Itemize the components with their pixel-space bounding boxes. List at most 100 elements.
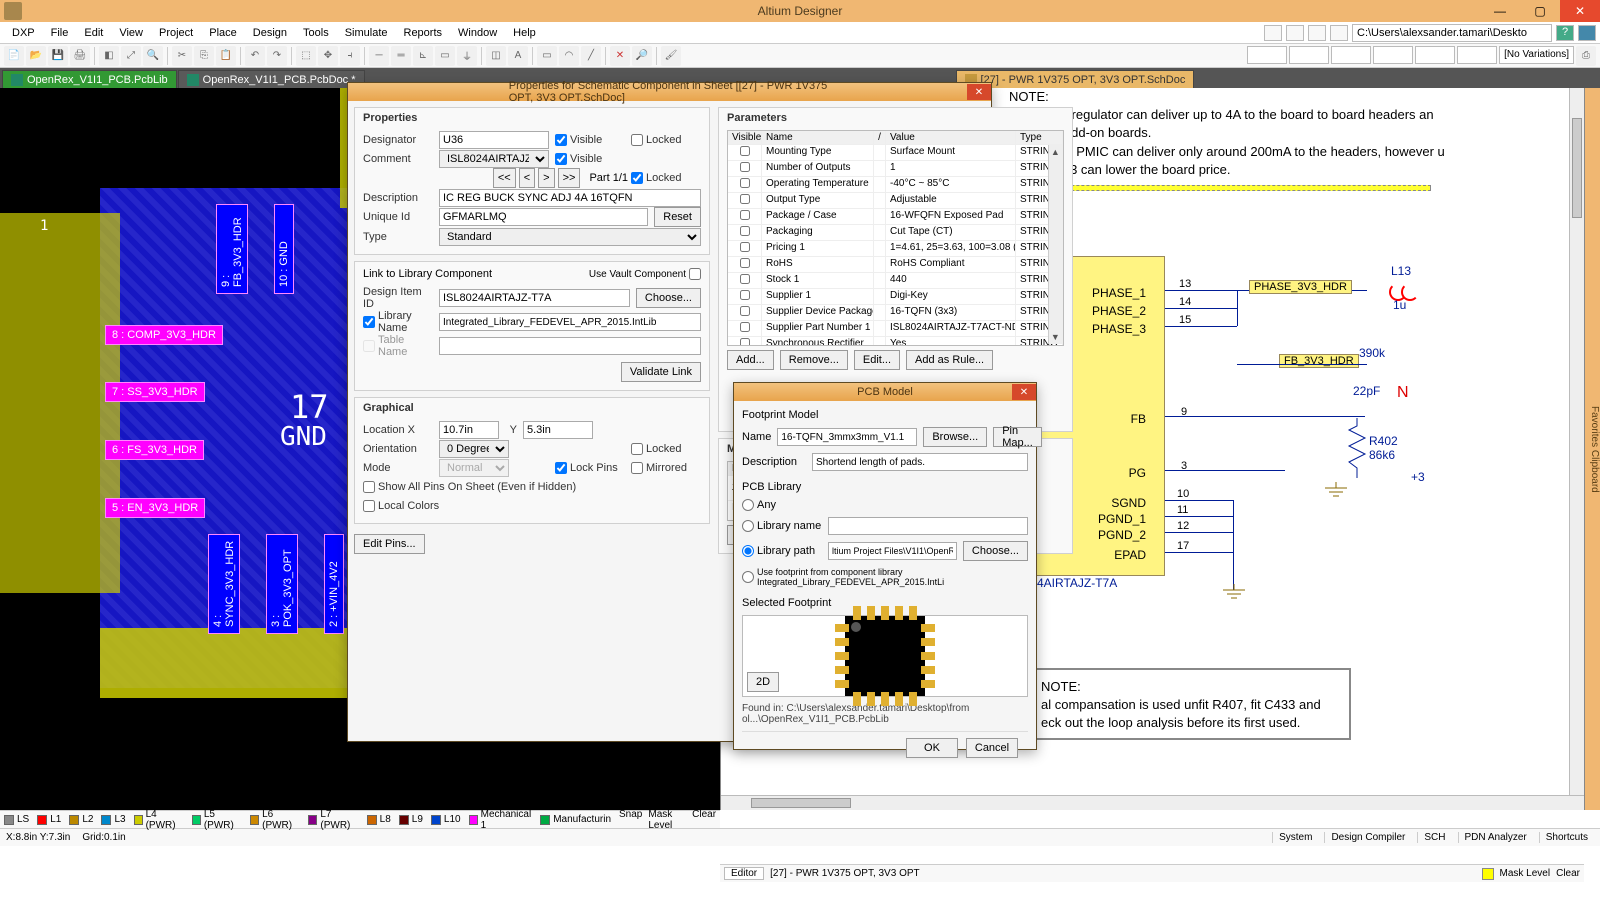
menu-simulate[interactable]: Simulate	[337, 27, 396, 39]
panel-pdn[interactable]: PDN Analyzer	[1458, 832, 1533, 843]
col-type[interactable]: Type	[1016, 131, 1063, 144]
choose-button[interactable]: Choose...	[636, 288, 701, 308]
minimize-button[interactable]: —	[1480, 0, 1520, 22]
sch-clear-button[interactable]: Clear	[1556, 868, 1580, 880]
gnd-icon[interactable]: ⏚	[457, 46, 477, 66]
right-panel-tabs[interactable]: Favorites Clipboard	[1584, 88, 1600, 810]
variations-combo[interactable]: [No Variations]	[1499, 46, 1574, 64]
path-input[interactable]	[1352, 24, 1552, 42]
snap-button[interactable]: Snap	[619, 809, 642, 831]
libname-input[interactable]	[439, 313, 701, 331]
param-row[interactable]: Supplier Device Package16-TQFN (3x3)STRI…	[728, 305, 1063, 321]
cut-icon[interactable]: ✂	[172, 46, 192, 66]
pad-sync[interactable]: 4 : SYNC_3V3_HDR	[208, 534, 240, 634]
open-icon[interactable]: 📂	[26, 46, 46, 66]
2d-button[interactable]: 2D	[747, 672, 779, 692]
tab-pcblib[interactable]: OpenRex_V1I1_PCB.PcbLib	[2, 70, 177, 88]
undo-icon[interactable]: ↶	[245, 46, 265, 66]
libname-path-input[interactable]	[828, 517, 1028, 535]
part-icon[interactable]: ◫	[486, 46, 506, 66]
col-value[interactable]: Value	[886, 131, 1016, 144]
add-param-button[interactable]: Add...	[727, 350, 774, 370]
text-icon[interactable]: A	[508, 46, 528, 66]
menu-help[interactable]: Help	[505, 27, 544, 39]
panel-system[interactable]: System	[1272, 832, 1318, 843]
close-button[interactable]: ✕	[1560, 0, 1600, 22]
select-icon[interactable]: ⬚	[296, 46, 316, 66]
locy-input[interactable]	[523, 421, 593, 439]
radio-usecomp[interactable]	[742, 571, 754, 583]
panel-shortcuts[interactable]: Shortcuts	[1539, 832, 1594, 843]
clear-button[interactable]: Clear	[692, 809, 716, 831]
validate-button[interactable]: Validate Link	[621, 362, 701, 382]
sch-hscroll[interactable]	[721, 795, 1584, 810]
port-icon[interactable]: ▭	[435, 46, 455, 66]
orient-select[interactable]: 0 Degrees	[439, 440, 509, 458]
pad-ss[interactable]: 7 : SS_3V3_HDR	[105, 382, 205, 402]
mirrored-check[interactable]	[631, 462, 643, 474]
designitem-input[interactable]	[439, 289, 630, 307]
choose-lib-button[interactable]: Choose...	[963, 541, 1028, 561]
port-phase[interactable]: PHASE_3V3_HDR	[1249, 280, 1352, 294]
toolbar-extra-icon[interactable]: ⎙	[1576, 46, 1596, 66]
libname-check[interactable]	[363, 316, 375, 328]
layer-l9[interactable]: L9	[399, 814, 423, 825]
param-row[interactable]: Output TypeAdjustableSTRING	[728, 193, 1063, 209]
line-icon[interactable]: ╱	[581, 46, 601, 66]
nav-next-button[interactable]: >	[538, 168, 554, 188]
col-name[interactable]: Name	[762, 131, 874, 144]
pad-fb[interactable]: 9 : FB_3V3_HDR	[216, 204, 248, 294]
radio-libpath[interactable]	[742, 545, 754, 557]
find-icon[interactable]: 🔎	[632, 46, 652, 66]
copy-icon[interactable]: ⎘	[194, 46, 214, 66]
wire-icon[interactable]: ─	[369, 46, 389, 66]
reset-button[interactable]: Reset	[654, 207, 701, 227]
param-row[interactable]: PackagingCut Tape (CT)STRING	[728, 225, 1063, 241]
layer-ls[interactable]: LS	[4, 814, 29, 825]
param-row[interactable]: Number of Outputs1STRING	[728, 161, 1063, 177]
layer-mech[interactable]: Mechanical 1	[469, 809, 533, 831]
editor-tab[interactable]: Editor	[724, 867, 764, 880]
editpins-button[interactable]: Edit Pins...	[354, 534, 425, 554]
brush-icon[interactable]: 🖌	[661, 46, 681, 66]
lockpins-check[interactable]	[555, 462, 567, 474]
comment-select[interactable]: ISL8024AIRTAJZ-T7A	[439, 150, 549, 168]
locked-graphical-check[interactable]	[631, 443, 643, 455]
bus-icon[interactable]: ═	[391, 46, 411, 66]
panel-design-compiler[interactable]: Design Compiler	[1324, 832, 1411, 843]
move-icon[interactable]: ✥	[318, 46, 338, 66]
tab-pcbdoc[interactable]: OpenRex_V1I1_PCB.PcbDoc *	[178, 70, 365, 88]
ok-button[interactable]: OK	[906, 738, 958, 758]
param-row[interactable]: Supplier 1Digi-KeySTRING	[728, 289, 1063, 305]
tablename-input[interactable]	[439, 337, 701, 355]
layer-l4[interactable]: L4 (PWR)	[134, 809, 184, 831]
menu-reports[interactable]: Reports	[396, 27, 451, 39]
layer-l8[interactable]: L8	[367, 814, 391, 825]
remove-param-button[interactable]: Remove...	[780, 350, 848, 370]
layer-l6[interactable]: L6 (PWR)	[250, 809, 300, 831]
sch-vscroll[interactable]	[1569, 88, 1584, 795]
cancel-button[interactable]: Cancel	[966, 738, 1018, 758]
layer-l5[interactable]: L5 (PWR)	[192, 809, 242, 831]
nav-prev-button[interactable]: <	[519, 168, 535, 188]
combo-6[interactable]	[1457, 46, 1497, 64]
description-input[interactable]	[439, 189, 701, 207]
pcbmodel-close-icon[interactable]: ✕	[1012, 384, 1036, 400]
paste-icon[interactable]: 📋	[216, 46, 236, 66]
comment-visible-check[interactable]	[555, 153, 567, 165]
col-visible[interactable]: Visible	[728, 131, 762, 144]
designator-locked-check[interactable]	[631, 134, 643, 146]
print-icon[interactable]: 🖨	[70, 46, 90, 66]
pad-en[interactable]: 5 : EN_3V3_HDR	[105, 498, 205, 518]
net-icon[interactable]: ⊾	[413, 46, 433, 66]
rect-icon[interactable]: ▭	[537, 46, 557, 66]
arc-icon[interactable]: ◠	[559, 46, 579, 66]
showall-check[interactable]	[363, 481, 375, 493]
locx-input[interactable]	[439, 421, 499, 439]
zoom-fit-icon[interactable]: ⤢	[121, 46, 141, 66]
nav-last-button[interactable]: >>	[558, 168, 581, 188]
menu-file[interactable]: File	[43, 27, 77, 39]
zoom-icon[interactable]: 🔍	[143, 46, 163, 66]
libpath-input[interactable]	[828, 542, 957, 560]
parameters-table[interactable]: Visible Name / Value Type Mounting TypeS…	[727, 130, 1064, 346]
